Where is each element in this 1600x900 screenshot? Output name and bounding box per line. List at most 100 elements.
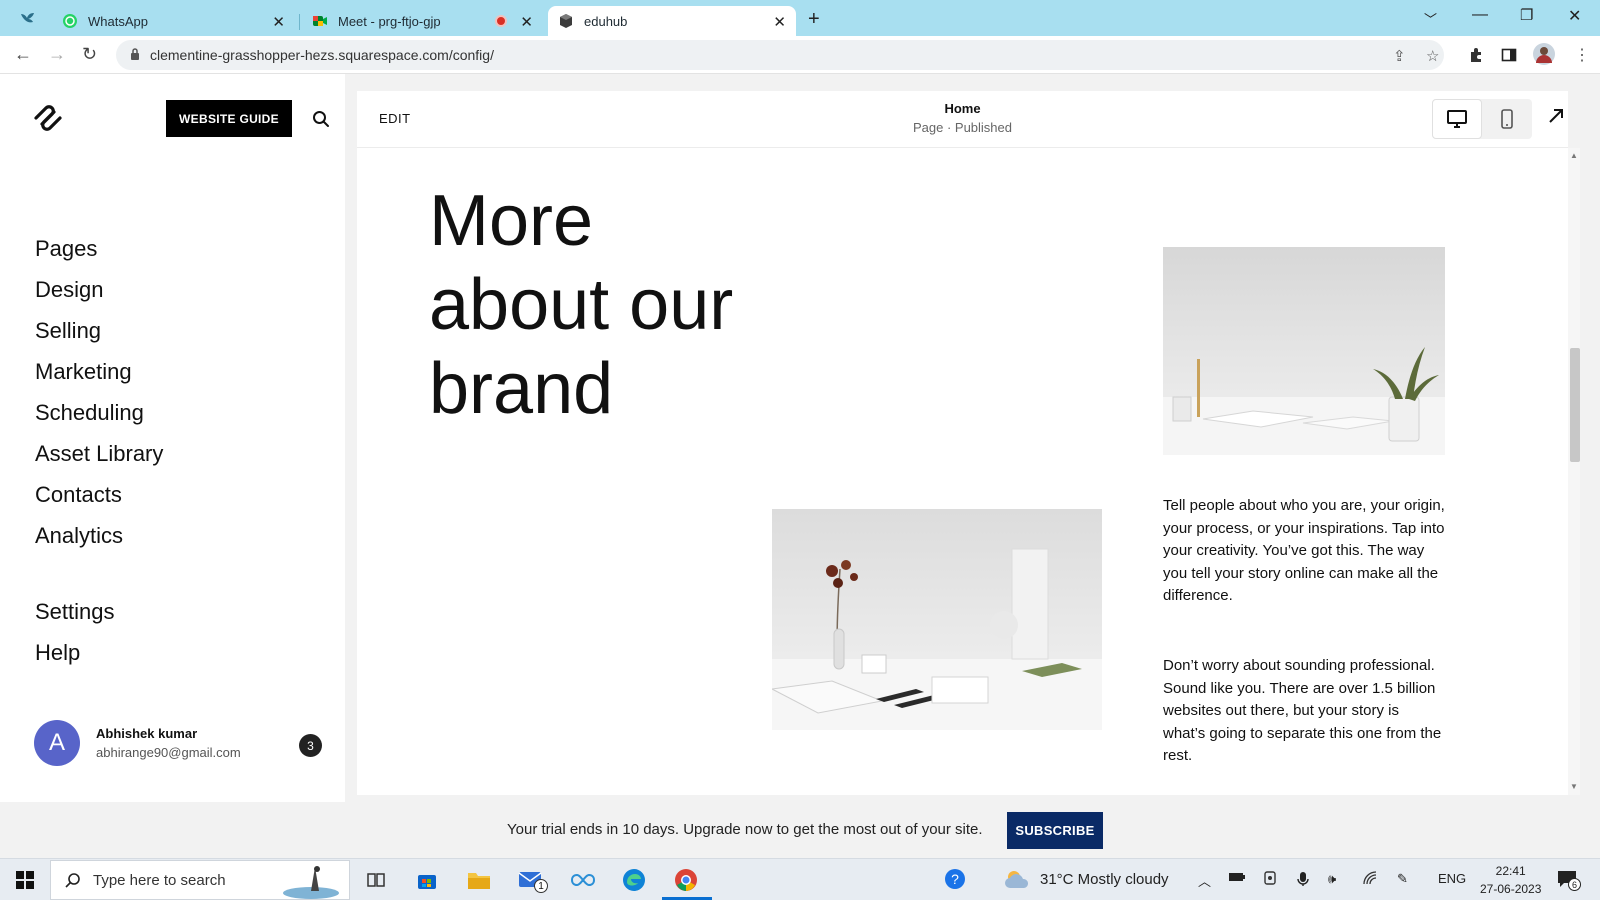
- desktop-icon: [1447, 110, 1467, 128]
- tab-title: WhatsApp: [88, 13, 148, 29]
- tab-meet[interactable]: Meet - prg-ftjo-gjp ✕: [302, 6, 543, 36]
- trial-message: Your trial ends in 10 days. Upgrade now …: [507, 821, 983, 838]
- sidebar-item-scheduling[interactable]: Scheduling: [35, 400, 144, 426]
- weather-widget[interactable]: 31°C Mostly cloudy: [1004, 868, 1169, 890]
- user-account[interactable]: A Abhishek kumar abhirange90@gmail.com: [34, 720, 241, 766]
- clock-time: 22:41: [1495, 864, 1526, 878]
- user-email: abhirange90@gmail.com: [96, 745, 241, 760]
- notification-badge[interactable]: 3: [299, 734, 322, 757]
- trial-banner: Your trial ends in 10 days. Upgrade now …: [0, 802, 1600, 858]
- scroll-down-icon[interactable]: ▼: [1570, 782, 1578, 791]
- user-name: Abhishek kumar: [96, 726, 198, 741]
- recording-icon: [495, 15, 507, 27]
- sidebar-item-design[interactable]: Design: [35, 277, 103, 303]
- tab-search-chevron-icon[interactable]: ﹀: [1424, 9, 1437, 28]
- page-status: Page · Published: [912, 120, 1012, 135]
- meet-now-icon[interactable]: [1263, 871, 1277, 890]
- section-heading[interactable]: More about our brand: [429, 179, 733, 431]
- search-icon[interactable]: [312, 110, 330, 133]
- reload-icon[interactable]: ↻: [82, 44, 97, 65]
- profile-avatar-icon[interactable]: [1533, 43, 1555, 69]
- page-editor: EDIT Home Page · Published More about ou…: [357, 91, 1580, 795]
- sidebar-item-help[interactable]: Help: [35, 640, 80, 666]
- close-icon[interactable]: ✕: [773, 13, 786, 31]
- desk-books-plant-image[interactable]: [1163, 247, 1445, 455]
- notification-center-icon[interactable]: 6: [1556, 868, 1581, 893]
- search-icon: [65, 873, 80, 888]
- system-clock[interactable]: 22:41 27-06-2023: [1480, 862, 1541, 898]
- mail-badge: 1: [534, 879, 548, 893]
- sidebar-item-pages[interactable]: Pages: [35, 236, 97, 262]
- heading-line: brand: [429, 349, 614, 429]
- scroll-thumb[interactable]: [1570, 348, 1580, 462]
- scroll-up-icon[interactable]: ▲: [1570, 151, 1578, 160]
- sidebar-item-marketing[interactable]: Marketing: [35, 359, 132, 385]
- microphone-icon[interactable]: [1297, 871, 1309, 890]
- svg-text:?: ?: [951, 871, 959, 887]
- mail-icon[interactable]: 1: [518, 867, 548, 893]
- desktop-view-button[interactable]: [1432, 99, 1482, 139]
- new-tab-plus-icon[interactable]: +: [808, 8, 820, 31]
- browser-tab-strip: WhatsApp ✕ Meet - prg-ftjo-gjp ✕ eduhub …: [0, 0, 1600, 36]
- browser-menu-icon[interactable]: ⋮: [1574, 45, 1590, 65]
- bird-app-icon[interactable]: [20, 10, 36, 31]
- taskbar-search-input[interactable]: Type here to search: [50, 860, 350, 900]
- heading-line: about our: [429, 265, 734, 345]
- body-paragraph[interactable]: Tell people about who you are, your orig…: [1163, 495, 1445, 608]
- address-bar[interactable]: clementine-grasshopper-hezs.squarespace.…: [116, 40, 1444, 70]
- sidebar-item-settings[interactable]: Settings: [35, 599, 115, 625]
- infinity-app-icon[interactable]: [570, 867, 596, 893]
- editor-scrollbar[interactable]: ▲ ▼: [1568, 148, 1580, 795]
- tab-whatsapp[interactable]: WhatsApp ✕: [52, 6, 295, 36]
- browser-toolbar: ← → ↻ clementine-grasshopper-hezs.square…: [0, 36, 1600, 74]
- weather-text: 31°C Mostly cloudy: [1040, 870, 1169, 888]
- help-icon[interactable]: ?: [944, 868, 966, 893]
- extensions-puzzle-icon[interactable]: [1468, 47, 1484, 67]
- avatar: A: [34, 720, 80, 766]
- language-indicator[interactable]: ENG: [1438, 871, 1466, 886]
- cloudy-weather-icon: [1005, 871, 1029, 888]
- mobile-icon: [1501, 109, 1513, 129]
- back-arrow-icon[interactable]: ←: [14, 44, 32, 65]
- google-meet-icon: [312, 13, 328, 29]
- bookmark-star-icon[interactable]: ☆: [1426, 47, 1439, 65]
- expand-arrow-icon[interactable]: [1547, 107, 1565, 130]
- tab-eduhub[interactable]: eduhub ✕: [548, 6, 796, 36]
- website-guide-button[interactable]: WEBSITE GUIDE: [166, 100, 292, 137]
- mobile-view-button[interactable]: [1482, 99, 1532, 139]
- window-close-icon[interactable]: ✕: [1568, 6, 1581, 26]
- whatsapp-icon: [62, 13, 78, 29]
- minimize-icon[interactable]: —: [1472, 6, 1488, 24]
- restore-icon[interactable]: ❐: [1520, 6, 1533, 24]
- windows-start-icon[interactable]: [16, 871, 34, 894]
- volume-icon[interactable]: 🕪: [1328, 871, 1336, 887]
- squarespace-logo-icon[interactable]: [32, 104, 64, 137]
- lock-icon: [130, 47, 140, 63]
- windows-taskbar: Type here to search 1 ? 31°C Mostly clou…: [0, 858, 1600, 900]
- subscribe-button[interactable]: SUBSCRIBE: [1007, 812, 1103, 849]
- search-highlight-illustration-icon: [283, 866, 339, 899]
- search-placeholder: Type here to search: [93, 871, 226, 889]
- network-icon[interactable]: [1362, 871, 1378, 888]
- sidebar-item-asset-library[interactable]: Asset Library: [35, 441, 163, 467]
- sidebar-item-analytics[interactable]: Analytics: [35, 523, 123, 549]
- sidebar-item-selling[interactable]: Selling: [35, 318, 101, 344]
- clock-date: 27-06-2023: [1480, 882, 1542, 896]
- side-panel-icon[interactable]: [1501, 47, 1517, 67]
- chrome-browser-icon[interactable]: [673, 867, 699, 893]
- close-icon[interactable]: ✕: [272, 13, 285, 31]
- body-paragraph[interactable]: Don’t worry about sounding professional.…: [1163, 655, 1445, 768]
- close-icon[interactable]: ✕: [520, 13, 533, 31]
- pen-icon[interactable]: ✎: [1397, 871, 1408, 887]
- task-view-icon[interactable]: [363, 867, 389, 893]
- tab-title: Meet - prg-ftjo-gjp: [338, 13, 441, 29]
- battery-icon[interactable]: [1228, 871, 1246, 886]
- share-icon[interactable]: ⇪: [1393, 47, 1406, 65]
- forward-arrow-icon[interactable]: →: [48, 44, 66, 65]
- edge-browser-icon[interactable]: [621, 867, 647, 893]
- microsoft-store-icon[interactable]: [414, 867, 440, 893]
- desk-vase-notebooks-image[interactable]: [772, 509, 1102, 730]
- file-explorer-icon[interactable]: [466, 867, 492, 893]
- show-hidden-icons-chevron-icon[interactable]: ︿: [1198, 871, 1211, 890]
- sidebar-item-contacts[interactable]: Contacts: [35, 482, 122, 508]
